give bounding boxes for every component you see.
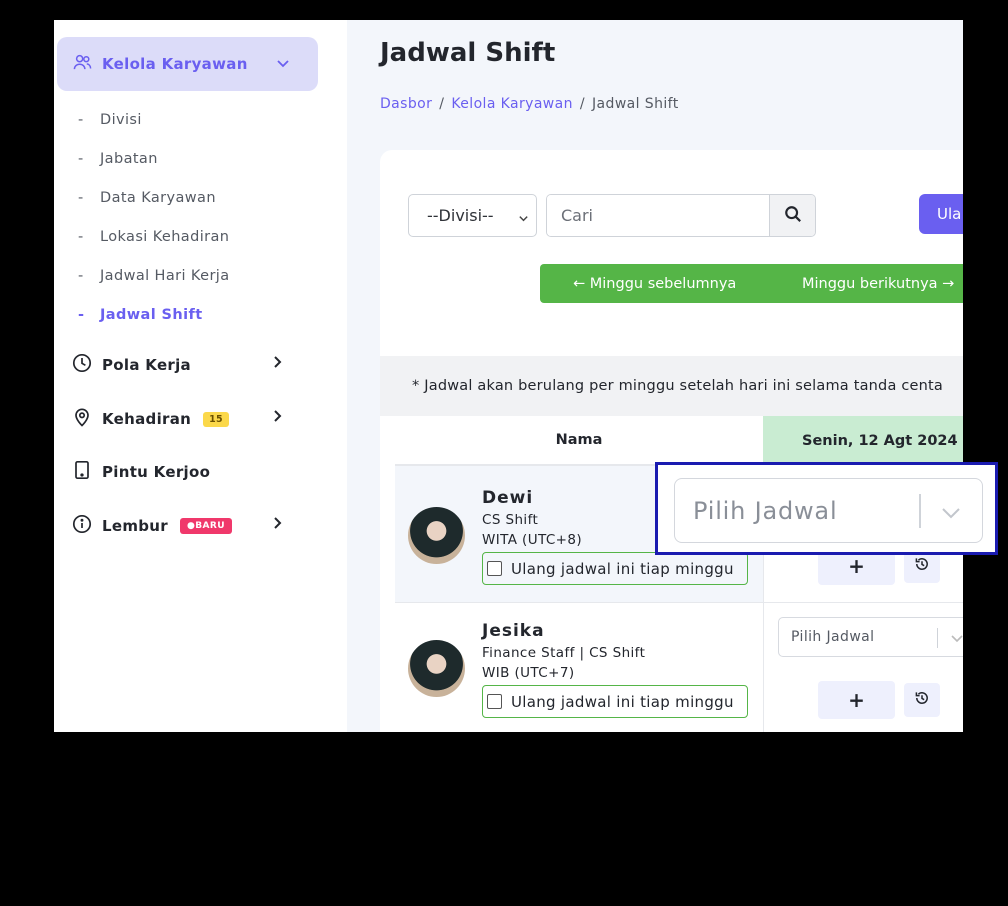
- breadcrumb-link-kelola-karyawan[interactable]: Kelola Karyawan: [451, 96, 573, 112]
- employee-timezone: WITA (UTC+8): [482, 532, 583, 548]
- avatar: [408, 640, 465, 697]
- sidebar-item-label: Jadwal Hari Kerja: [100, 268, 230, 284]
- sidebar-item-lembur[interactable]: Lembur ●BARU: [72, 514, 282, 538]
- chevron-down-icon: [276, 55, 290, 74]
- schedule-select-placeholder: Pilih Jadwal: [791, 629, 875, 645]
- column-header-day: Senin, 12 Agt 2024: [763, 416, 963, 466]
- sidebar: Kelola Karyawan - Divisi - Jabatan - Data K…: [54, 20, 347, 732]
- repeat-weekly-label: Ulang jadwal ini tiap minggu: [511, 692, 734, 711]
- repeat-weekly-label: Ulang jadwal ini tiap minggu: [511, 559, 734, 578]
- sidebar-item-label: Jadwal Shift: [100, 307, 203, 323]
- employee-name: Dewi: [482, 488, 534, 508]
- sidebar-item-data-karyawan[interactable]: - Data Karyawan: [78, 190, 216, 206]
- clock-icon: [72, 353, 92, 377]
- sidebar-item-label: Pola Kerja: [102, 356, 191, 374]
- location-pin-icon: [72, 407, 92, 431]
- chevron-right-icon: [272, 355, 284, 373]
- chevron-right-icon: [272, 516, 284, 534]
- zoom-highlight: Pilih Jadwal: [655, 462, 998, 555]
- page-title: Jadwal Shift: [380, 38, 556, 68]
- history-button[interactable]: [904, 683, 940, 717]
- repeat-notice: * Jadwal akan berulang per minggu setela…: [380, 356, 963, 416]
- chevron-down-icon: [518, 209, 529, 228]
- sidebar-item-pintu-kerjoo[interactable]: Pintu Kerjoo: [72, 460, 210, 484]
- table-row: Jesika Finance Staff | CS Shift WIB (UTC…: [395, 602, 963, 732]
- ulang-button[interactable]: Ula: [919, 194, 963, 234]
- next-week-button[interactable]: Minggu berikutnya →: [802, 276, 954, 292]
- history-icon: [914, 690, 930, 710]
- tablet-icon: [72, 460, 92, 484]
- sidebar-item-jadwal-hari-kerja[interactable]: - Jadwal Hari Kerja: [78, 268, 230, 284]
- search-input[interactable]: [547, 195, 769, 236]
- column-header-nama: Nama: [395, 416, 763, 466]
- search-box: [546, 194, 816, 237]
- add-schedule-button[interactable]: +: [818, 681, 895, 719]
- sidebar-item-jadwal-shift[interactable]: - Jadwal Shift: [78, 307, 203, 323]
- chevron-right-icon: [272, 409, 284, 427]
- week-navigation: ← Minggu sebelumnya Minggu berikutnya →: [540, 264, 963, 303]
- search-button[interactable]: [769, 195, 815, 236]
- repeat-weekly-checkbox[interactable]: Ulang jadwal ini tiap minggu: [482, 552, 748, 585]
- breadcrumb-link-dasbor[interactable]: Dasbor: [380, 96, 432, 112]
- employee-position: Finance Staff | CS Shift: [482, 645, 646, 661]
- chevron-down-icon: [940, 501, 962, 529]
- division-select[interactable]: --Divisi--: [408, 194, 537, 237]
- schedule-select-placeholder: Pilih Jadwal: [693, 496, 838, 525]
- schedule-select-zoomed[interactable]: Pilih Jadwal: [674, 478, 983, 543]
- sidebar-item-kehadiran[interactable]: Kehadiran 15: [72, 407, 282, 431]
- shift-card: --Divisi-- Ula ← Minggu sebelumnya Mingg…: [380, 150, 963, 732]
- employee-timezone: WIB (UTC+7): [482, 665, 575, 681]
- sidebar-item-jabatan[interactable]: - Jabatan: [78, 151, 158, 167]
- sidebar-item-label: Kehadiran: [102, 410, 192, 428]
- chevron-down-icon: [950, 631, 963, 649]
- avatar: [408, 507, 465, 564]
- history-icon: [914, 556, 930, 576]
- search-icon: [784, 205, 802, 227]
- employee-cell: Jesika Finance Staff | CS Shift WIB (UTC…: [395, 603, 763, 732]
- sidebar-item-label: Data Karyawan: [100, 190, 216, 206]
- checkbox-icon: [487, 694, 502, 709]
- division-select-value: --Divisi--: [427, 206, 494, 225]
- sidebar-item-label: Divisi: [100, 112, 142, 128]
- sidebar-item-divisi[interactable]: - Divisi: [78, 112, 142, 128]
- repeat-weekly-checkbox[interactable]: Ulang jadwal ini tiap minggu: [482, 685, 748, 718]
- sidebar-item-lokasi-kehadiran[interactable]: - Lokasi Kehadiran: [78, 229, 229, 245]
- sidebar-item-pola-kerja[interactable]: Pola Kerja: [72, 353, 282, 377]
- schedule-select[interactable]: Pilih Jadwal: [778, 617, 963, 657]
- breadcrumb: Dasbor / Kelola Karyawan / Jadwal Shift: [380, 96, 679, 112]
- info-icon: [72, 514, 92, 538]
- employee-position: CS Shift: [482, 512, 539, 528]
- users-icon: [73, 53, 92, 76]
- count-badge: 15: [203, 411, 229, 427]
- checkbox-icon: [487, 561, 502, 576]
- schedule-cell: Pilih Jadwal +: [763, 603, 963, 732]
- prev-week-button[interactable]: ← Minggu sebelumnya: [573, 276, 736, 292]
- sidebar-item-label: Lokasi Kehadiran: [100, 229, 230, 245]
- sidebar-item-label: Jabatan: [100, 151, 158, 167]
- sidebar-item-kelola-karyawan[interactable]: Kelola Karyawan: [57, 37, 318, 91]
- sidebar-group-label: Kelola Karyawan: [102, 55, 248, 73]
- employee-name: Jesika: [482, 621, 545, 641]
- sidebar-item-label: Lembur: [102, 517, 168, 535]
- app-frame: Kelola Karyawan - Divisi - Jabatan - Data K…: [54, 20, 963, 732]
- breadcrumb-current: Jadwal Shift: [592, 96, 679, 112]
- new-badge: ●BARU: [179, 518, 232, 534]
- table-header: Nama Senin, 12 Agt 2024: [395, 416, 963, 466]
- sidebar-item-label: Pintu Kerjoo: [102, 463, 211, 481]
